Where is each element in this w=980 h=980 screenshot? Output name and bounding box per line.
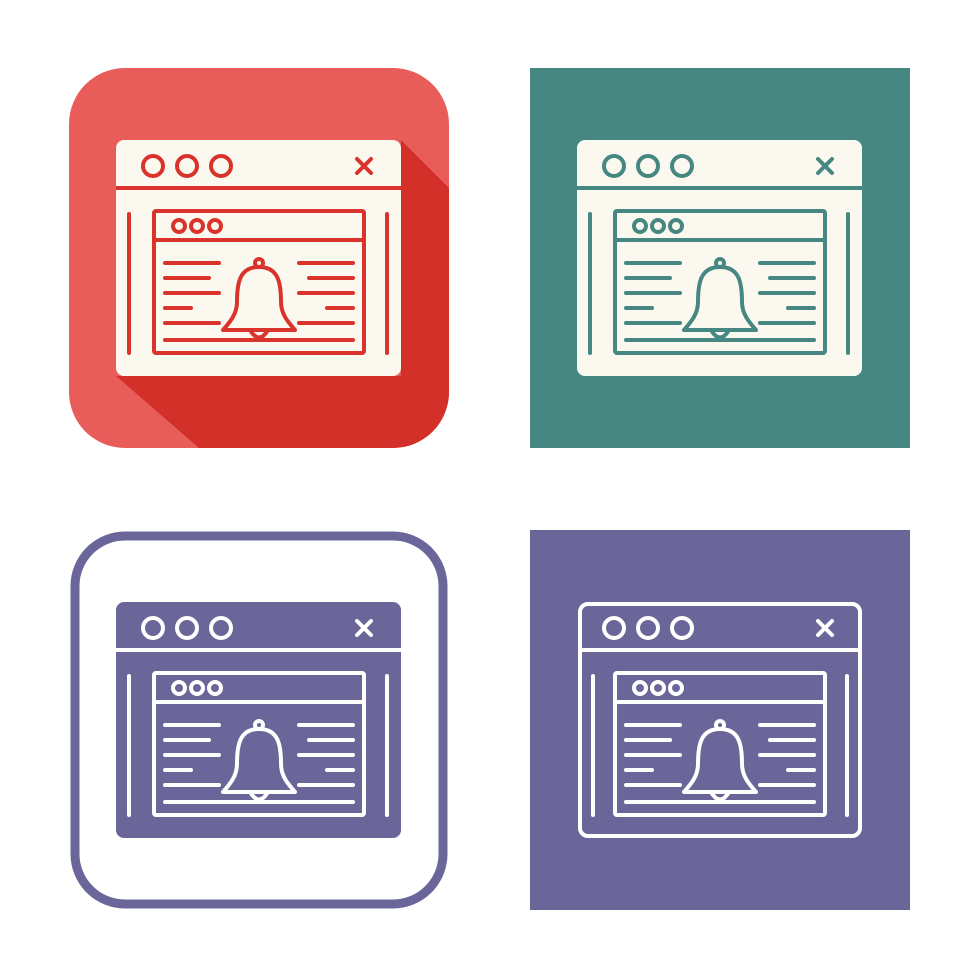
icon-tile-teal [530,68,910,448]
browser-notification-bell-icon [70,531,448,909]
browser-notification-bell-icon [530,68,910,448]
browser-window [577,140,862,376]
browser-notification-bell-icon [530,530,910,910]
icon-tile-purple [530,530,910,910]
browser-window [116,140,401,376]
icon-tile-outline [69,530,449,910]
browser-notification-bell-icon [69,68,449,448]
browser-window [116,602,401,838]
icon-tile-red [69,68,449,448]
